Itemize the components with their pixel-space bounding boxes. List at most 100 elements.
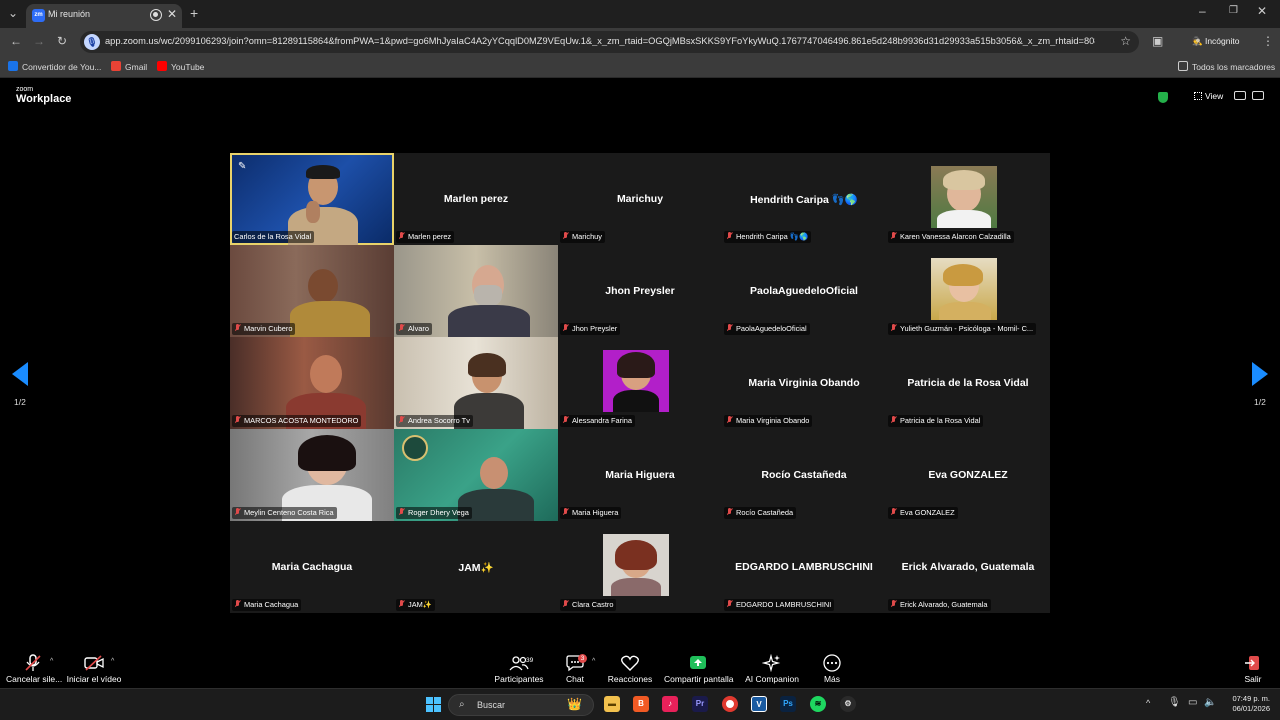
fullscreen-icon[interactable] xyxy=(1252,91,1264,100)
participant-name: Alessandra Farina xyxy=(560,415,635,427)
leave-label: Salir xyxy=(1244,674,1262,684)
back-icon[interactable]: ← xyxy=(10,34,22,48)
photoshop-icon[interactable]: Ps xyxy=(780,696,796,712)
vegas-icon[interactable]: V xyxy=(751,696,767,712)
tab-search-icon[interactable]: ⌄ xyxy=(8,6,18,20)
participant-tile[interactable]: EDGARDO LAMBRUSCHINI EDGARDO LAMBRUSCHIN… xyxy=(722,521,886,613)
browser-tab-bar: ⌄ zm Mi reunión ✕ + – ❐ ✕ xyxy=(0,0,1280,28)
leave-button[interactable]: Salir xyxy=(1240,654,1266,684)
folder-icon xyxy=(1178,61,1188,71)
participant-tile[interactable]: Patricia de la Rosa Vidal Patricia de la… xyxy=(886,337,1050,429)
windows-start-icon[interactable] xyxy=(426,697,441,712)
bookmark-label: Gmail xyxy=(125,62,148,72)
tray-mic-icon[interactable]: 🎙 xyxy=(1168,697,1181,708)
url-text[interactable]: app.zoom.us/wc/2099106293/join?omn=81289… xyxy=(105,36,1095,46)
start-video-label: Iniciar el vídeo xyxy=(66,674,122,684)
participant-tile[interactable]: Marlen perez Marlen perez xyxy=(394,153,558,245)
pinned-icon: ✎ xyxy=(238,161,247,172)
muted-mic-icon xyxy=(726,324,733,332)
close-tab-icon[interactable]: ✕ xyxy=(167,7,177,21)
previous-page-arrow-icon[interactable] xyxy=(12,362,28,386)
participant-tile[interactable]: Marvin Cubero xyxy=(230,245,394,337)
omnibox[interactable]: 🎙 app.zoom.us/wc/2099106293/join?omn=812… xyxy=(80,31,1139,53)
taskbar-search[interactable]: ⌕ Buscar 👑 xyxy=(448,694,594,716)
settings-gear-icon[interactable]: ⚙ xyxy=(840,696,856,712)
windows-taskbar: ⌕ Buscar 👑 ▬ B ♪ Pr V Ps ≋ ⚙ ^ 🎙 ▭ 🔈 07:… xyxy=(0,688,1280,720)
maximize-icon[interactable]: ❐ xyxy=(1229,5,1238,16)
bookmark-label: YouTube xyxy=(171,62,205,72)
participant-tile[interactable]: Alvaro xyxy=(394,245,558,337)
bookmark-item[interactable]: YouTube xyxy=(157,61,204,72)
bookmark-star-icon[interactable]: ☆ xyxy=(1120,34,1131,48)
participant-tile[interactable]: Alessandra Farina xyxy=(558,337,722,429)
close-window-icon[interactable]: ✕ xyxy=(1257,4,1267,18)
participant-tile[interactable]: Hendrith Caripa 👣🌎 Hendrith Caripa 👣🌎 xyxy=(722,153,886,245)
reactions-label: Reacciones xyxy=(607,674,653,684)
participant-tile[interactable]: Meylin Centeno Costa Rica xyxy=(230,429,394,521)
file-explorer-icon[interactable]: ▬ xyxy=(604,696,620,712)
bookmark-item[interactable]: Gmail xyxy=(111,61,147,72)
tiktok-icon[interactable]: ♪ xyxy=(662,696,678,712)
participant-tile-active-speaker[interactable]: ✎ Carlos de la Rosa Vidal xyxy=(230,153,394,245)
ai-companion-button[interactable]: AI Companion xyxy=(744,653,800,684)
muted-mic-icon xyxy=(234,600,241,608)
participant-tile[interactable]: Erick Alvarado, Guatemala Erick Alvarado… xyxy=(886,521,1050,613)
participant-tile[interactable]: Andrea Socorro Tv xyxy=(394,337,558,429)
meeting-toolbar: Cancelar sile... ^ Iniciar el vídeo ^ 39… xyxy=(0,648,1280,688)
view-button[interactable]: View xyxy=(1194,91,1223,101)
bookmark-item[interactable]: Convertidor de You... xyxy=(8,61,101,72)
browser-tab[interactable]: zm Mi reunión ✕ xyxy=(26,4,182,28)
chrome-icon[interactable] xyxy=(722,696,738,712)
new-tab-icon[interactable]: + xyxy=(190,5,198,21)
video-options-caret-icon[interactable]: ^ xyxy=(111,658,114,665)
participant-tile[interactable]: Yulieth Guzmán - Psicóloga - Momil- C... xyxy=(886,245,1050,337)
participant-tile[interactable]: PaolaAguedeloOficial PaolaAguedeloOficia… xyxy=(722,245,886,337)
reload-icon[interactable]: ↻ xyxy=(57,34,67,48)
site-info-icon[interactable]: 🎙 xyxy=(84,34,100,50)
taskbar-clock[interactable]: 07:49 p. m. 06/01/2026 xyxy=(1222,694,1270,714)
participant-tile[interactable]: Marichuy Marichuy xyxy=(558,153,722,245)
encryption-shield-icon[interactable] xyxy=(1158,92,1168,103)
participants-count: 39 xyxy=(526,657,534,664)
picture-in-picture-icon[interactable] xyxy=(1234,91,1246,100)
reactions-button[interactable]: Reacciones xyxy=(606,654,654,684)
participant-tile[interactable]: Karen Vanessa Alarcon Calzadilla xyxy=(886,153,1050,245)
spotify-icon[interactable]: ≋ xyxy=(810,696,826,712)
participant-tile[interactable]: Rocío Castañeda Rocío Castañeda xyxy=(722,429,886,521)
participant-tile[interactable]: Jhon Preysler Jhon Preysler xyxy=(558,245,722,337)
participant-display-name: Eva GONZALEZ xyxy=(928,469,1008,481)
all-bookmarks[interactable]: Todos los marcadores xyxy=(1178,61,1275,72)
volume-icon[interactable]: 🔈 xyxy=(1204,697,1216,708)
participant-tile[interactable]: Clara Castro xyxy=(558,521,722,613)
muted-mic-icon xyxy=(726,416,733,424)
tray-overflow-icon[interactable]: ^ xyxy=(1146,698,1150,708)
chrome-menu-icon[interactable]: ⋮ xyxy=(1262,34,1274,48)
participant-tile[interactable]: Maria Cachagua Maria Cachagua xyxy=(230,521,394,613)
share-screen-button[interactable]: Compartir pantalla xyxy=(664,654,734,684)
participant-tile[interactable]: Eva GONZALEZ Eva GONZALEZ xyxy=(886,429,1050,521)
participants-button[interactable]: 39 Participantes xyxy=(494,654,544,684)
profile-photo xyxy=(603,350,669,412)
participant-tile[interactable]: Maria Higuera Maria Higuera xyxy=(558,429,722,521)
chat-options-caret-icon[interactable]: ^ xyxy=(592,658,595,665)
muted-mic-icon xyxy=(234,324,241,332)
participants-label: Participantes xyxy=(494,674,544,684)
more-button[interactable]: Más xyxy=(818,654,846,684)
participant-tile[interactable]: Roger Dhery Vega xyxy=(394,429,558,521)
ai-companion-label: AI Companion xyxy=(745,674,799,684)
incognito-indicator[interactable]: 🕵 Incógnito xyxy=(1192,36,1239,47)
audio-options-caret-icon[interactable]: ^ xyxy=(50,658,53,665)
participant-tile[interactable]: MARCOS ACOSTA MONTEDORO xyxy=(230,337,394,429)
network-icon[interactable]: ▭ xyxy=(1188,697,1197,708)
forward-icon[interactable]: → xyxy=(33,34,45,48)
reading-mode-icon[interactable]: ▣ xyxy=(1152,34,1163,48)
minimize-icon[interactable]: – xyxy=(1199,4,1206,18)
next-page-arrow-icon[interactable] xyxy=(1252,362,1268,386)
premiere-icon[interactable]: Pr xyxy=(692,696,708,712)
participant-tile[interactable]: Maria Virginia Obando Maria Virginia Oba… xyxy=(722,337,886,429)
brave-browser-icon[interactable]: B xyxy=(633,696,649,712)
participant-tile[interactable]: JAM✨ JAM✨ xyxy=(394,521,558,613)
chat-button[interactable]: 3 Chat xyxy=(560,654,590,684)
share-screen-label: Compartir pantalla xyxy=(664,674,734,684)
participant-name: Marichuy xyxy=(560,231,605,243)
